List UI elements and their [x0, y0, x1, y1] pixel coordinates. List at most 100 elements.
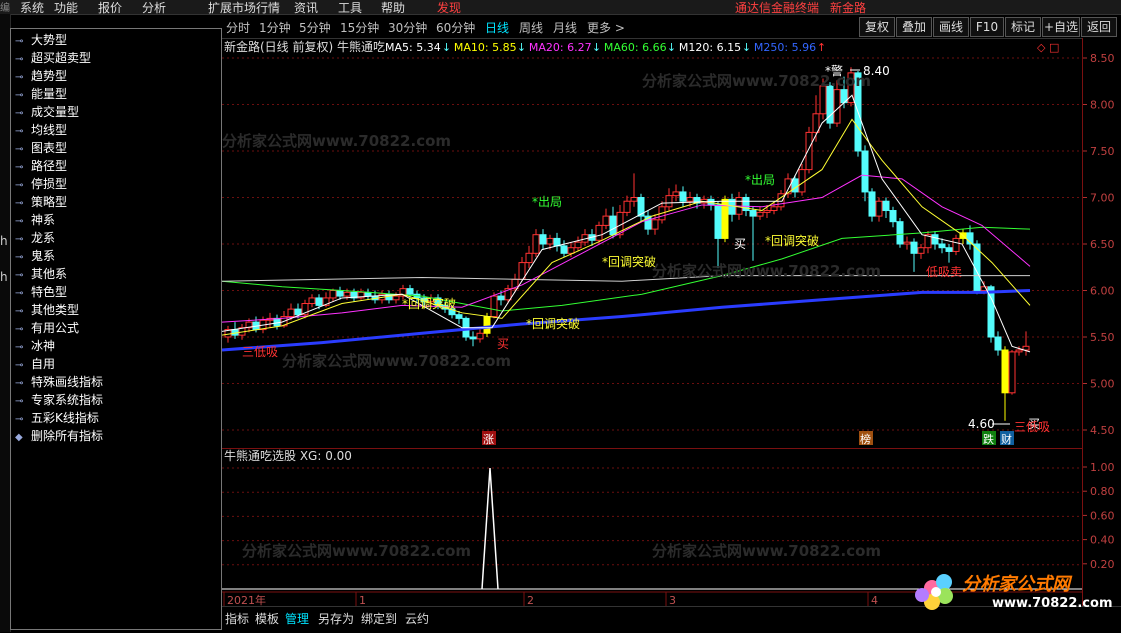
candle-body [952, 237, 960, 252]
menu-news[interactable]: 资讯 [294, 0, 318, 16]
candle-body [343, 291, 351, 297]
sub-label: 0.40 [1090, 534, 1115, 547]
price-label: 8.00 [1090, 99, 1115, 112]
trend-arrow: ↓ [667, 41, 676, 54]
indicator-icon: ⊸ [15, 54, 24, 65]
menu-item[interactable]: ⊸ 神系 [15, 211, 55, 229]
candle-body [868, 191, 876, 217]
tab-period-1min[interactable]: 1分钟 [259, 19, 291, 36]
tab-period-more[interactable]: 更多 > [587, 19, 625, 36]
menu-item-label: 五彩K线指标 [31, 411, 99, 425]
menu-tools[interactable]: 工具 [338, 0, 362, 16]
adjust-button[interactable]: 复权 [859, 17, 895, 37]
candle-body [994, 336, 1002, 351]
candle [840, 76, 848, 109]
candle-body [882, 200, 890, 212]
tab-period-60min[interactable]: 60分钟 [436, 19, 475, 36]
tag-text: 财 [1001, 432, 1012, 446]
dip-buy-label: 三低吸 [1014, 420, 1050, 434]
tab-period-monthly[interactable]: 月线 [553, 19, 577, 36]
menu-item[interactable]: ⊸ 有用公式 [15, 319, 79, 337]
indicator-icon: ⊸ [15, 270, 24, 281]
indicator-icon: ⊸ [15, 216, 24, 227]
menu-item[interactable]: ⊸ 其他系 [15, 265, 67, 283]
indicator-icon: ⊸ [15, 306, 24, 317]
menu-system[interactable]: 系统 [20, 0, 44, 16]
menu-item[interactable]: ⊸ 特殊画线指标 [15, 373, 103, 391]
tab-period-daily[interactable]: 日线 [485, 19, 509, 36]
menu-extended-market[interactable]: 扩展市场行情 [208, 0, 280, 16]
trend-arrow: ↓ [592, 41, 601, 54]
menu-item-label: 特殊画线指标 [31, 375, 104, 389]
menu-function[interactable]: 功能 [54, 0, 78, 16]
indicator-icon: ⊸ [15, 108, 24, 119]
menu-item[interactable]: ⊸ 自用 [15, 355, 55, 373]
left-strip-letter: h [0, 270, 8, 284]
exit-label: *出局 [745, 173, 775, 187]
candle-body [567, 247, 575, 254]
menu-item[interactable]: ⊸ 均线型 [15, 121, 67, 139]
candle-body [574, 241, 582, 249]
menu-item[interactable]: ⊸ 大势型 [15, 31, 67, 49]
main-kline-pane[interactable]: 新金路(日线 前复权) 牛熊通吃 MA5: 5.34 ↓ MA10: 5.85 ↓ MA2… [221, 38, 1082, 448]
overlay-button[interactable]: 叠加 [896, 17, 932, 37]
menu-item[interactable]: ⊸ 停损型 [15, 175, 67, 193]
tab-template[interactable]: 模板 [255, 610, 279, 627]
indicator-icon: ⊸ [15, 144, 24, 155]
price-label: 7.50 [1090, 145, 1115, 158]
menu-item[interactable]: ⊸ 路径型 [15, 157, 67, 175]
tab-period-30min[interactable]: 30分钟 [388, 19, 427, 36]
f10-button[interactable]: F10 [970, 17, 1004, 37]
tab-period-weekly[interactable]: 周线 [519, 19, 543, 36]
menu-item[interactable]: ⊸ 龙系 [15, 229, 55, 247]
menu-item-label: 删除所有指标 [31, 429, 104, 443]
tab-period-5min[interactable]: 5分钟 [299, 19, 331, 36]
candle-body [665, 195, 673, 208]
tab-indicator[interactable]: 指标 [225, 610, 249, 627]
indicator-icon: ⊸ [15, 90, 24, 101]
price-label: 8.50 [1090, 52, 1115, 65]
menu-item[interactable]: ⊸ 图表型 [15, 139, 67, 157]
menu-item[interactable]: ⊸ 策略型 [15, 193, 67, 211]
menu-item[interactable]: ⊸ 冰神 [15, 337, 55, 355]
menu-analysis[interactable]: 分析 [142, 0, 166, 16]
candle [994, 331, 1002, 356]
add-watchlist-button[interactable]: +自选 [1042, 17, 1080, 37]
tab-period-15min[interactable]: 15分钟 [340, 19, 379, 36]
candle [756, 206, 764, 220]
menu-item[interactable]: ⊸ 超买超卖型 [15, 49, 91, 67]
menu-item-label: 其他类型 [31, 303, 80, 317]
tag-down: 跌 [982, 431, 996, 446]
price-axis: 8.50 8.00 7.50 7.00 6.50 6.00 5.50 5.00 4.50 1.00… [1082, 38, 1121, 606]
draw-button[interactable]: 画线 [933, 17, 969, 37]
menu-help[interactable]: 帮助 [381, 0, 405, 16]
trend-arrow: ↑ [817, 41, 826, 54]
menu-item-label: 冰神 [31, 339, 56, 353]
tab-period-timeshare[interactable]: 分时 [226, 19, 250, 36]
candle-body [315, 297, 323, 306]
tab-manage[interactable]: 管理 [285, 610, 309, 627]
menu-item-label: 策略型 [31, 195, 68, 209]
menu-item[interactable]: ⊸ 能量型 [15, 85, 67, 103]
mark-button[interactable]: 标记 [1005, 17, 1041, 37]
candle [665, 188, 673, 211]
back-button[interactable]: 返回 [1081, 17, 1117, 37]
menu-item[interactable]: ⊸ 趋势型 [15, 67, 67, 85]
menu-item[interactable]: ◆ 删除所有指标 [15, 427, 103, 445]
menu-item[interactable]: ⊸ 五彩K线指标 [15, 409, 99, 427]
candle-body [469, 336, 477, 340]
menu-item[interactable]: ⊸ 鬼系 [15, 247, 55, 265]
indicator-icon: ⊸ [15, 288, 24, 299]
tab-save-as[interactable]: 另存为 [318, 610, 354, 627]
tab-cloud[interactable]: 云约 [405, 610, 429, 627]
menu-quote[interactable]: 报价 [98, 0, 122, 16]
candle [749, 206, 757, 261]
menu-item[interactable]: ⊸ 专家系统指标 [15, 391, 103, 409]
menu-item[interactable]: ⊸ 其他类型 [15, 301, 79, 319]
menu-discover[interactable]: 发现 [437, 0, 461, 16]
menu-item[interactable]: ⊸ 成交量型 [15, 103, 79, 121]
tab-bind-to[interactable]: 绑定到 [361, 610, 397, 627]
candle [882, 197, 890, 218]
menu-item[interactable]: ⊸ 特色型 [15, 283, 67, 301]
ma-legend: M250: 5.96 [754, 41, 816, 54]
